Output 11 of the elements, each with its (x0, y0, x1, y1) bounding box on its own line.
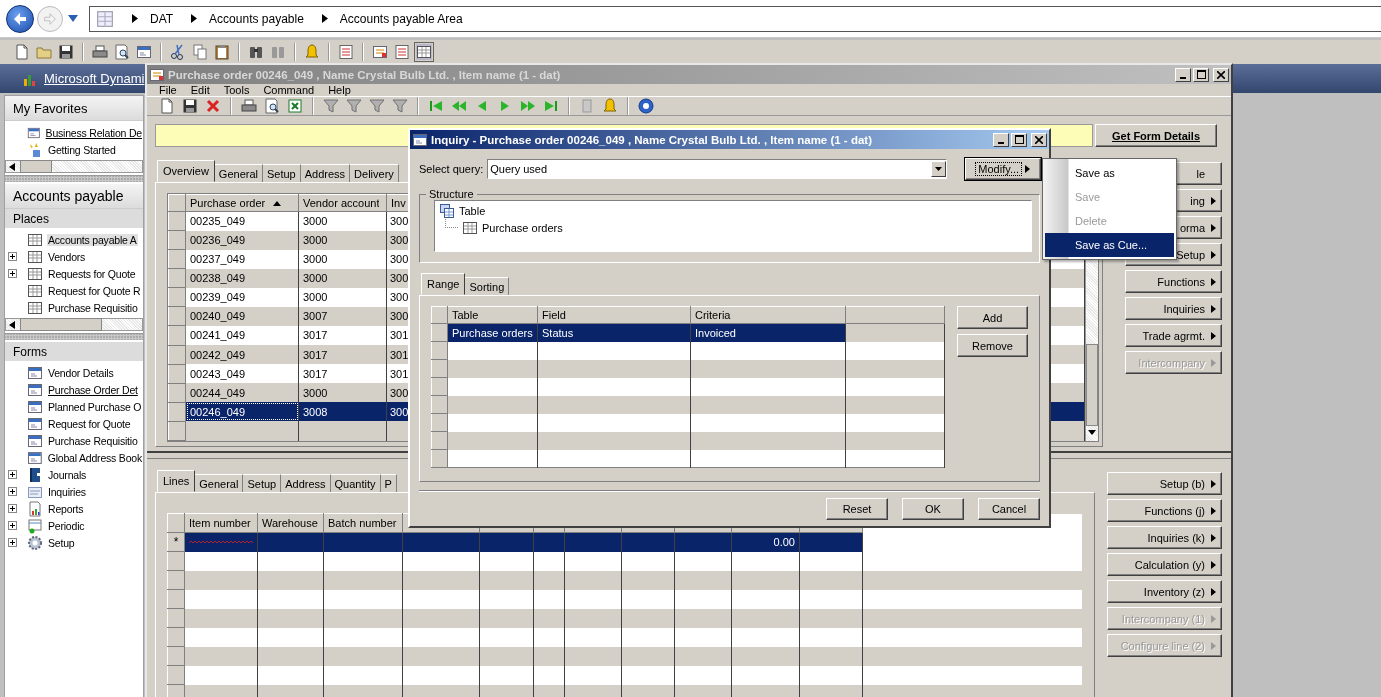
column-title: Vendor account (303, 197, 380, 210)
section-title: Forms (13, 344, 47, 359)
column-title: Inv (391, 197, 406, 210)
module-title: Accounts payable (13, 188, 124, 204)
section-title: Places (13, 211, 50, 226)
column-title: Purchase order (190, 197, 266, 210)
field-label: Select query: (419, 163, 484, 175)
pane-title: My Favorites (13, 100, 88, 116)
window-title: Inquiry - Purchase order 00246_049 , Name Crystal Bulb Ltd. , Item name (1 - dat) (431, 133, 873, 146)
group-title: Structure (428, 188, 475, 200)
window-title: Purchase order 00246_049 , Name Crystal Bulb Ltd. , Item name (1 - dat) (168, 68, 562, 81)
